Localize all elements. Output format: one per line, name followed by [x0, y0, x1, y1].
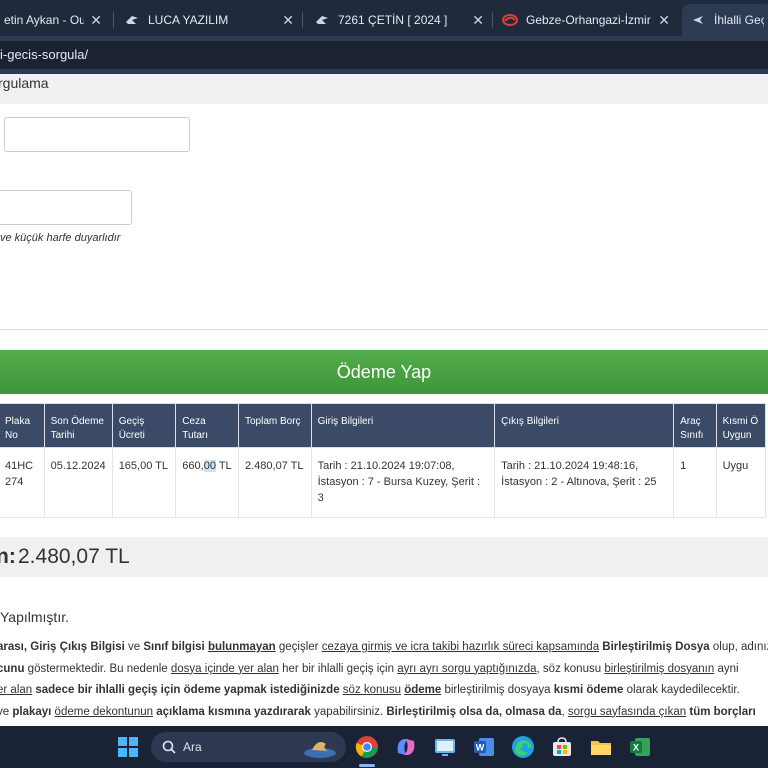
tab-title: 7261 ÇETİN [ 2024 ] — [338, 13, 448, 27]
header-toll: Geçiş Ücreti — [111, 403, 177, 448]
store-icon[interactable] — [550, 735, 574, 759]
section-title: rgulama — [0, 75, 49, 91]
tab-7261-cetin[interactable]: 7261 ÇETİN [ 2024 ] ✕ — [306, 4, 492, 36]
total-label: n: — [0, 545, 16, 568]
active-app-indicator — [359, 764, 375, 767]
windows-start-icon[interactable] — [116, 735, 140, 759]
fine-unit: TL — [215, 460, 232, 472]
cell-fine: 660,00 TL — [175, 447, 239, 518]
close-icon[interactable]: ✕ — [90, 12, 102, 29]
cell-total: 2.480,07 TL — [237, 447, 312, 518]
plate-input[interactable] — [4, 117, 190, 152]
search-highlight-icon[interactable] — [300, 734, 340, 760]
search-placeholder: Ara — [183, 740, 202, 754]
browser-tab-strip: etin Aykan - Outlo ✕ LUCA YAZILIM ✕ 7261… — [0, 0, 768, 36]
page-icon — [690, 12, 706, 28]
violation-table: Plaka No Son Ödeme Tarihi Geçiş Ücreti C… — [0, 403, 767, 518]
tab-title: Gebze-Orhangazi-İzmir Ot — [526, 13, 652, 27]
page-content: rgulama ve küçük harfe duyarlıdır Ödeme … — [0, 74, 768, 726]
otoyol-logo-icon — [502, 12, 518, 28]
header-due-date: Son Ödeme Tarihi — [43, 403, 113, 448]
search-icon — [162, 740, 176, 759]
windows-taskbar: Ara W X — [0, 726, 768, 768]
captcha-input[interactable] — [0, 190, 132, 225]
paid-status: Yapılmıştır. — [0, 609, 69, 625]
copilot-icon[interactable] — [394, 735, 418, 759]
edge-icon[interactable] — [511, 735, 535, 759]
tab-separator — [492, 12, 493, 28]
cell-entry: Tarih : 21.10.2024 19:07:08, İstasyon : … — [310, 447, 496, 518]
close-icon[interactable]: ✕ — [658, 12, 670, 29]
address-bar-area: i-gecis-sorgula/ — [0, 36, 768, 74]
luca-icon — [314, 12, 330, 28]
info-line-3: er alan sadece bir ihlalli geçiş için öd… — [0, 684, 740, 696]
info-line-4: ve plakayı ödeme dekontunun açıklama kıs… — [0, 705, 756, 718]
table-header-row: Plaka No Son Ödeme Tarihi Geçiş Ücreti C… — [0, 403, 767, 448]
cell-vehicle-class: 1 — [673, 447, 717, 518]
excel-icon[interactable]: X — [628, 735, 652, 759]
tab-title: LUCA YAZILIM — [148, 13, 229, 27]
cell-due-date: 05.12.2024 — [43, 447, 113, 518]
word-icon[interactable]: W — [472, 735, 496, 759]
header-plate: Plaka No — [0, 403, 45, 448]
info-line-2: cunu göstermektedir. Bu nedenle dosya iç… — [0, 662, 739, 675]
header-total: Toplam Borç — [237, 403, 312, 448]
divider — [0, 329, 768, 330]
tab-gebze-izmir[interactable]: Gebze-Orhangazi-İzmir Ot ✕ — [494, 4, 678, 36]
header-partial-payment: Kısmi Ö Uygun — [715, 403, 767, 448]
tab-title: etin Aykan - Outlo — [4, 13, 85, 27]
header-fine: Ceza Tutarı — [175, 403, 239, 448]
fine-int: 660, — [182, 460, 204, 472]
tab-separator — [113, 12, 114, 28]
cell-plate: 41HC 274 — [0, 447, 45, 518]
svg-text:X: X — [633, 743, 639, 753]
total-debt-bar: n: 2.480,07 TL — [0, 537, 768, 577]
header-exit: Çıkış Bilgileri — [494, 403, 675, 448]
case-sensitivity-hint: ve küçük harfe duyarlıdır — [0, 232, 121, 244]
tab-outlook[interactable]: etin Aykan - Outlo ✕ — [0, 4, 110, 36]
cell-toll: 165,00 TL — [111, 447, 177, 518]
tab-separator — [302, 12, 303, 28]
close-icon[interactable]: ✕ — [472, 12, 484, 29]
file-explorer-icon[interactable] — [589, 735, 613, 759]
luca-icon — [124, 12, 140, 28]
table-row: 41HC 274 05.12.2024 165,00 TL 660,00 TL … — [0, 447, 767, 518]
header-entry: Giriş Bilgileri — [310, 403, 496, 448]
pay-button[interactable]: Ödeme Yap — [0, 350, 768, 394]
fine-selected-text: 00 — [203, 460, 216, 472]
remote-desktop-icon[interactable] — [433, 735, 457, 759]
info-paragraph: arası, Giriş Çıkış Bilgisi ve Sınıf bilg… — [0, 637, 768, 723]
section-header: rgulama — [0, 74, 768, 104]
header-vehicle-class: Araç Sınıfı — [673, 403, 717, 448]
tab-ihlalli-gecis[interactable]: İhlalli Geçiş — [682, 4, 768, 36]
close-icon[interactable]: ✕ — [282, 12, 294, 29]
chrome-icon[interactable] — [355, 735, 379, 759]
cell-partial-payment: Uygu — [715, 447, 767, 518]
address-bar[interactable]: i-gecis-sorgula/ — [0, 41, 768, 69]
cell-exit: Tarih : 21.10.2024 19:48:16, İstasyon : … — [494, 447, 675, 518]
tab-title: İhlalli Geçiş — [714, 13, 764, 27]
svg-text:W: W — [476, 743, 485, 753]
total-value: 2.480,07 TL — [18, 545, 130, 568]
tab-luca[interactable]: LUCA YAZILIM ✕ — [116, 4, 302, 36]
info-line-1: arası, Giriş Çıkış Bilgisi ve Sınıf bilg… — [0, 641, 768, 653]
